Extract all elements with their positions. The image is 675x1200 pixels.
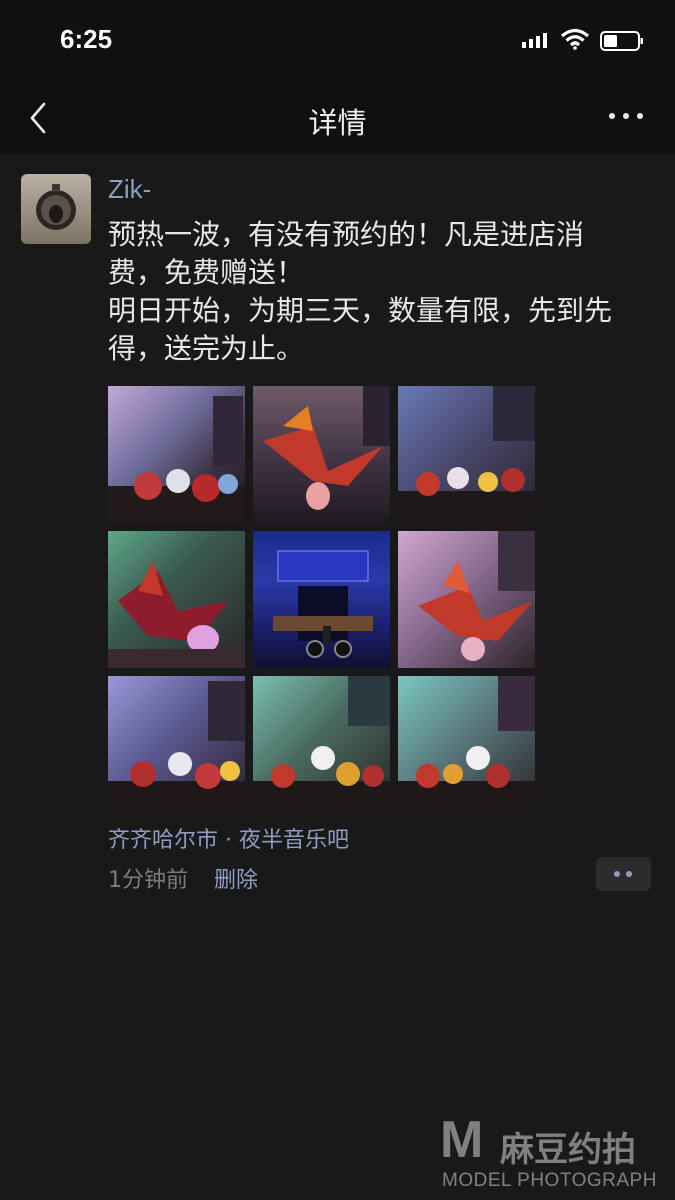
photo-thumbnail[interactable] xyxy=(398,676,535,813)
content-line: 得，送完为止。 xyxy=(108,332,305,365)
more-dots-icon[interactable] xyxy=(604,106,648,126)
post-content: 预热一波，有没有预约的！凡是进店消 费，免费赠送！ 明日开始，为期三天，数量有限… xyxy=(108,216,658,368)
page-title: 详情 xyxy=(308,106,367,140)
photo-thumbnail[interactable] xyxy=(108,676,245,813)
content-line: 费，免费赠送！ xyxy=(108,256,305,289)
avatar[interactable] xyxy=(21,174,91,244)
photo-thumbnail[interactable] xyxy=(253,531,390,668)
comment-dots-icon xyxy=(614,871,632,877)
status-time: 6:25 xyxy=(60,24,113,54)
content-line: 预热一波，有没有预约的！凡是进店消 xyxy=(108,218,585,251)
nav-bar: 详情 xyxy=(0,80,675,154)
photo-thumbnail[interactable] xyxy=(253,676,390,813)
post-timestamp: 1分钟前 xyxy=(108,868,188,893)
photo-grid xyxy=(108,386,536,813)
location-link[interactable]: 齐齐哈尔市 · 夜半音乐吧 xyxy=(108,822,349,854)
delete-button[interactable]: 删除 xyxy=(214,862,258,894)
photo-thumbnail[interactable] xyxy=(108,531,245,668)
comment-button[interactable] xyxy=(596,857,651,891)
watermark-logo: M xyxy=(440,1111,484,1169)
photo-thumbnail[interactable] xyxy=(398,386,535,523)
photo-thumbnail[interactable] xyxy=(108,386,245,523)
signal-bars-icon xyxy=(522,33,547,48)
status-bar: 6:25 xyxy=(0,0,675,80)
photo-thumbnail[interactable] xyxy=(398,531,535,668)
username[interactable]: Zik- xyxy=(108,174,151,205)
watermark-text: 麻豆约拍 xyxy=(500,1130,636,1170)
photo-thumbnail[interactable] xyxy=(253,386,390,523)
wifi-icon xyxy=(560,28,590,50)
battery-icon xyxy=(600,31,643,51)
watermark-subtext: MODEL PHOTOGRAPH xyxy=(442,1170,657,1191)
content-line: 明日开始，为期三天，数量有限，先到先 xyxy=(108,294,613,327)
